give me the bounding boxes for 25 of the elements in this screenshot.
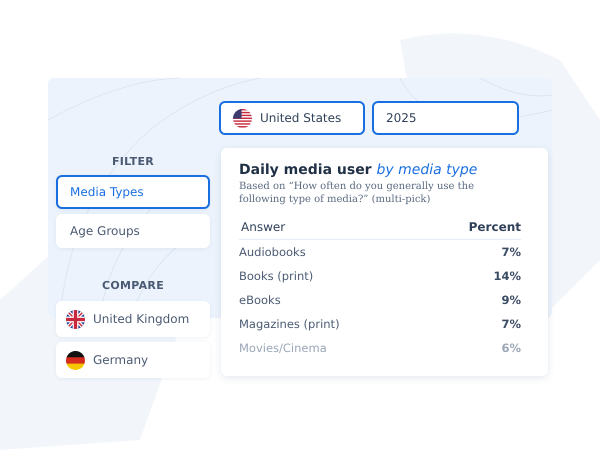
- filter-tab[interactable]: Age Groups: [56, 214, 210, 248]
- compare-heading: COMPARE: [100, 279, 166, 292]
- card-subtitle: Based on “How often do you generally use the following type of media?” (multi-pick): [239, 180, 476, 206]
- flag-icon: [233, 108, 252, 128]
- answer-cell: Movies/Cinema: [239, 341, 327, 355]
- column-header: Percent: [468, 220, 521, 234]
- filter-tab[interactable]: Media Types: [56, 175, 210, 209]
- flag-icon: [66, 350, 85, 370]
- compare-country-button[interactable]: Germany: [56, 342, 210, 378]
- percent-cell: 9%: [501, 293, 521, 307]
- country-select[interactable]: United States: [219, 101, 365, 135]
- percent-cell: 6%: [501, 341, 521, 355]
- answer-cell: Magazines (print): [239, 317, 340, 331]
- answer-cell: eBooks: [239, 293, 281, 307]
- answer-cell: Books (print): [239, 269, 314, 283]
- percent-cell: 14%: [493, 269, 521, 283]
- card-title: Daily media user by media type: [239, 162, 478, 178]
- flag-icon: [66, 310, 85, 328]
- column-header: Answer: [241, 220, 286, 234]
- answer-cell: Audiobooks: [239, 245, 306, 259]
- year-select[interactable]: 2025: [372, 101, 519, 135]
- percent-cell: 7%: [501, 245, 521, 259]
- filter-heading: FILTER: [110, 155, 156, 168]
- compare-country-button[interactable]: United Kingdom: [56, 301, 210, 337]
- percent-cell: 7%: [501, 317, 521, 331]
